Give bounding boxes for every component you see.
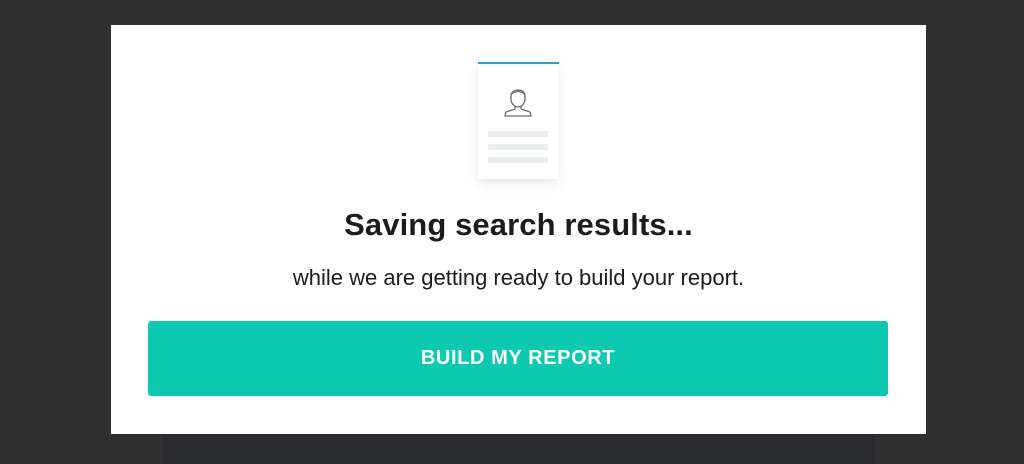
document-accent-bar [478, 62, 559, 64]
document-line [488, 131, 548, 137]
background-panel [163, 434, 875, 464]
modal-subtitle: while we are getting ready to build your… [292, 265, 745, 290]
document-line [488, 144, 548, 150]
build-my-report-button[interactable]: BUILD MY REPORT [148, 321, 888, 396]
modal-title: Saving search results... [344, 207, 693, 242]
user-profile-icon [504, 89, 532, 117]
saving-results-modal: Saving search results... while we are ge… [111, 25, 926, 434]
report-document-illustration [478, 62, 559, 179]
document-line [488, 157, 548, 163]
